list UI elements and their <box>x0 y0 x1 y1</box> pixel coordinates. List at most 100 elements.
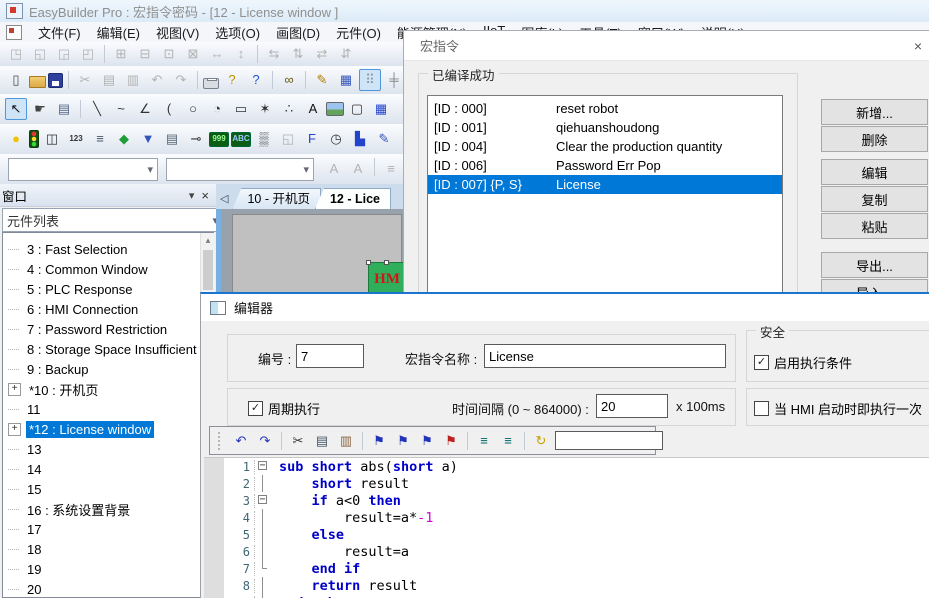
tree-expander-icon[interactable] <box>8 549 19 550</box>
menu-item[interactable]: 文件(F) <box>30 21 89 44</box>
grid-icon[interactable]: ⠿ <box>359 69 381 91</box>
tree-expander-icon[interactable] <box>8 369 19 370</box>
tree-expander-icon[interactable] <box>8 289 19 290</box>
new-file-icon[interactable]: ▯ <box>5 69 27 91</box>
table-icon[interactable]: ▦ <box>370 98 392 120</box>
delete-bookmark-icon[interactable]: ⚑ <box>440 430 462 452</box>
checkbox-unchecked-icon[interactable] <box>754 401 769 416</box>
code-editor[interactable]: 1 sub short abs(short a) 2 short result … <box>204 457 929 598</box>
font-enlarge-icon[interactable]: A <box>323 158 345 180</box>
menu-item[interactable]: 视图(V) <box>148 21 207 44</box>
tree-item[interactable]: 18 <box>3 539 213 559</box>
dock-collapse-icon[interactable]: ▾ <box>184 189 200 202</box>
run-on-startup-checkbox[interactable]: 当 HMI 启动时即执行一次 <box>754 399 922 418</box>
tree-expander-icon[interactable] <box>8 309 19 310</box>
same-width-icon[interactable]: ⇄ <box>311 43 333 65</box>
fold-marker-icon[interactable] <box>255 509 271 526</box>
cut-icon[interactable]: ✂ <box>74 69 96 91</box>
new-macro-button[interactable]: 新增... <box>821 99 928 125</box>
copy-icon[interactable]: ▤ <box>311 430 333 452</box>
copy-icon[interactable]: ▤ <box>98 69 120 91</box>
function-key-icon[interactable]: F <box>301 128 323 150</box>
checkbox-checked-icon[interactable] <box>248 401 263 416</box>
menu-item[interactable]: 元件(O) <box>328 21 389 44</box>
tree-item[interactable]: 11 <box>3 399 213 419</box>
bookmark-margin[interactable] <box>204 492 224 509</box>
paste-icon[interactable]: ▥ <box>122 69 144 91</box>
design-canvas[interactable]: HM <box>216 209 403 295</box>
bezier-icon[interactable]: ~ <box>110 98 132 120</box>
paste-macro-button[interactable]: 粘贴 <box>821 213 928 239</box>
object-properties-icon[interactable]: ▤ <box>53 98 75 120</box>
macro-list-row[interactable]: [ID : 007] {P, S} License <box>428 175 782 194</box>
combo-button-icon[interactable]: ▼ <box>137 128 159 150</box>
tree-item[interactable]: 14 <box>3 459 213 479</box>
bookmark-margin[interactable] <box>204 526 224 543</box>
tree-expander-icon[interactable] <box>8 329 19 330</box>
switch-icon[interactable]: ◫ <box>41 128 63 150</box>
toolbar-grip[interactable] <box>218 432 223 450</box>
bring-to-front-icon[interactable]: ◳ <box>5 43 27 65</box>
align-bottom-icon[interactable]: ⊠ <box>182 43 204 65</box>
macro-list-row[interactable]: [ID : 006] Password Err Pop <box>428 156 782 175</box>
picture-icon[interactable] <box>326 102 344 116</box>
1[interactable]: 1 sub short abs(short a) <box>204 458 929 475</box>
4[interactable]: 4 result=a*-1 <box>204 509 929 526</box>
group-icon[interactable]: ◱ <box>277 128 299 150</box>
tree-expander-icon[interactable] <box>8 349 19 350</box>
tree-item[interactable]: 15 <box>3 479 213 499</box>
help-icon[interactable]: ? <box>221 69 243 91</box>
numeric-icon[interactable]: 123 <box>65 128 87 150</box>
context-help-icon[interactable]: ? <box>245 69 267 91</box>
next-bookmark-icon[interactable]: ⚑ <box>392 430 414 452</box>
2[interactable]: 2 short result <box>204 475 929 492</box>
tree-expander-icon[interactable] <box>8 409 19 410</box>
add-bookmark-icon[interactable]: ⚑ <box>368 430 390 452</box>
macro-id-input[interactable] <box>296 344 364 368</box>
send-backward-icon[interactable]: ◰ <box>77 43 99 65</box>
tree-item[interactable]: 13 <box>3 439 213 459</box>
traffic-light-icon[interactable] <box>29 130 39 148</box>
6[interactable]: 6 result=a <box>204 543 929 560</box>
print-icon[interactable] <box>203 78 219 89</box>
redo-icon[interactable]: ↷ <box>254 430 276 452</box>
tree-item[interactable]: 16 : 系统设置背景 <box>3 499 213 519</box>
find-input[interactable] <box>555 431 663 450</box>
tree-expander-icon[interactable] <box>8 529 19 530</box>
window-tab[interactable]: 10 - 开机页 <box>232 188 321 209</box>
macro-list-row[interactable]: [ID : 000] reset robot <box>428 99 782 118</box>
bookmark-margin[interactable] <box>204 458 224 475</box>
bring-forward-icon[interactable]: ◲ <box>53 43 75 65</box>
tree-expander-icon[interactable] <box>8 509 19 510</box>
bookmark-margin[interactable] <box>204 560 224 577</box>
scroll-up-icon[interactable]: ▴ <box>201 233 215 248</box>
window-tab[interactable]: 12 - Lice <box>315 188 391 209</box>
language-combo[interactable]: ▾ <box>166 158 314 181</box>
checkbox-checked-icon[interactable] <box>754 355 769 370</box>
menu-item[interactable]: 编辑(E) <box>89 21 148 44</box>
tree-item[interactable]: 7 : Password Restriction <box>3 319 213 339</box>
polyline-icon[interactable]: ∠ <box>134 98 156 120</box>
align-center-vertical-icon[interactable]: ⊟ <box>134 43 156 65</box>
polygon-icon[interactable]: ✶ <box>254 98 276 120</box>
scale-icon[interactable]: ∴ <box>278 98 300 120</box>
fold-marker-icon[interactable] <box>255 492 271 509</box>
bookmark-margin[interactable] <box>204 543 224 560</box>
text-icon[interactable]: A <box>302 98 324 120</box>
tree-item[interactable]: *12 : License window <box>3 419 213 439</box>
distribute-horizontal-icon[interactable]: ⇆ <box>263 43 285 65</box>
fold-marker-icon[interactable] <box>255 526 271 543</box>
save-icon[interactable] <box>48 73 63 88</box>
tree-expander-icon[interactable] <box>8 469 19 470</box>
tree-item[interactable]: 19 <box>3 559 213 579</box>
ascii-display-icon[interactable]: ABC <box>231 132 251 147</box>
tree-expander-icon[interactable] <box>8 489 19 490</box>
tree-item[interactable]: *10 : 开机页 <box>3 379 213 399</box>
font-shrink-icon[interactable]: A <box>347 158 369 180</box>
text-align-left-icon[interactable]: ≡ <box>380 158 402 180</box>
8[interactable]: 8 return result <box>204 577 929 594</box>
9[interactable]: 9 end sub <box>204 594 929 598</box>
tree-item[interactable]: 17 <box>3 519 213 539</box>
selection-handle[interactable] <box>384 260 389 265</box>
bookmark-margin[interactable] <box>204 509 224 526</box>
